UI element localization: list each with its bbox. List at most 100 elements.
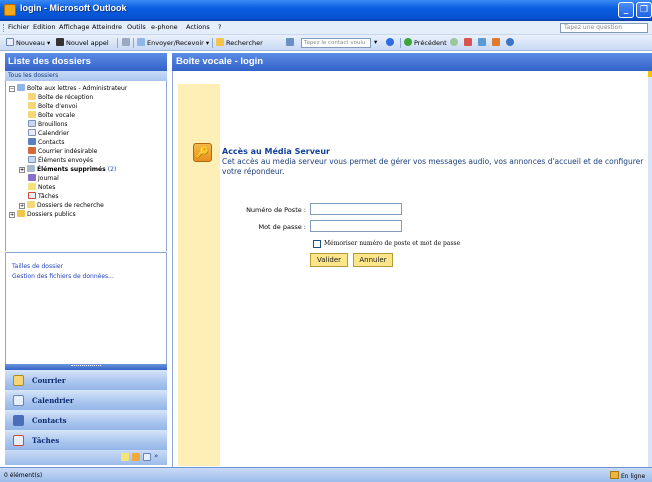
menu-outils[interactable]: Outils (127, 23, 146, 31)
send-receive-button[interactable]: Envoyer/Recevoir ▾ (137, 38, 209, 47)
data-file-management-link[interactable]: Gestion des fichiers de données... (12, 273, 114, 280)
address-book-button[interactable] (286, 38, 296, 47)
sent-items-icon (28, 156, 36, 163)
menu-actions[interactable]: Actions (186, 23, 210, 31)
tree-node-contacts[interactable]: Contacts (28, 138, 64, 147)
refresh-button[interactable] (478, 38, 488, 47)
search-button[interactable]: Rechercher (216, 38, 263, 47)
menu-affichage[interactable]: Affichage (59, 23, 90, 31)
menu-help[interactable]: ? (218, 23, 221, 31)
public-folder-icon (17, 210, 25, 217)
tree-node-mailbox[interactable]: − Boîte aux lettres - Administrateur (9, 84, 127, 93)
tree-node-inbox[interactable]: Boîte de réception (28, 93, 93, 102)
tree-node-public-folders[interactable]: + Dossiers publics (9, 210, 76, 219)
main-pane-title: Boîte vocale - login (172, 53, 652, 71)
print-button[interactable] (122, 38, 132, 47)
tree-label: Boîte aux lettres - Administrateur (27, 85, 128, 92)
submit-button[interactable]: Valider (310, 253, 348, 267)
home-button[interactable] (492, 38, 502, 47)
stop-button[interactable] (464, 38, 474, 47)
minimize-button[interactable]: _ (618, 2, 634, 18)
tree-node-deleted[interactable]: + Éléments supprimés (2) (19, 165, 116, 174)
nav-button-mail[interactable]: Courrier (5, 370, 167, 391)
address-book-icon (286, 38, 294, 46)
forward-button[interactable] (450, 38, 460, 47)
new-call-button[interactable]: Nouvel appel (56, 38, 109, 47)
nav-label: Courrier (32, 376, 66, 385)
outlook-app-icon[interactable] (4, 4, 16, 16)
remember-checkbox[interactable] (313, 240, 321, 248)
expand-toggle[interactable]: + (9, 212, 15, 218)
folder-list-title: Liste des dossiers (5, 53, 167, 71)
folder-tree: − Boîte aux lettres - Administrateur Boît… (5, 81, 167, 251)
folder-list-icon[interactable] (132, 453, 140, 461)
nav-button-tasks[interactable]: Tâches (5, 430, 167, 451)
nav-label: Tâches (32, 436, 60, 445)
all-folders-label[interactable]: Tous les dossiers (5, 71, 167, 81)
tree-node-sent[interactable]: Éléments envoyés (28, 156, 93, 165)
find-contact-dropdown[interactable]: ▾ (374, 38, 377, 46)
collapse-toggle[interactable]: − (9, 86, 15, 92)
help-search-input[interactable]: Tapez une question (560, 23, 648, 33)
help-icon (386, 38, 394, 46)
main-scroll-track[interactable] (648, 71, 652, 467)
contacts-icon (28, 138, 36, 145)
unread-count: (2) (107, 166, 117, 173)
extension-input[interactable] (310, 203, 402, 215)
phone-icon (56, 38, 64, 46)
expand-toggle[interactable]: + (19, 167, 25, 173)
configure-buttons-icon[interactable]: » (154, 452, 162, 460)
nav-label: Calendrier (32, 396, 74, 405)
tree-node-drafts[interactable]: Brouillons (28, 120, 68, 129)
magnifier-icon (506, 38, 514, 46)
find-button[interactable] (506, 38, 516, 47)
tree-node-junk[interactable]: Courrier indésirable (28, 147, 97, 156)
maximize-button[interactable]: ❐ (636, 2, 652, 18)
password-input[interactable] (310, 220, 402, 232)
nav-button-calendar[interactable]: Calendrier (5, 390, 167, 411)
notes-icon[interactable] (121, 453, 129, 461)
tree-node-calendar[interactable]: Calendrier (28, 129, 69, 138)
tree-label: Dossiers publics (27, 211, 76, 218)
nav-button-contacts[interactable]: Contacts (5, 410, 167, 431)
calendar-icon (28, 129, 36, 136)
menu-atteindre[interactable]: Atteindre (92, 23, 122, 31)
previous-button[interactable]: Précédent (404, 38, 447, 47)
new-button[interactable]: Nouveau ▾ (6, 38, 50, 47)
print-icon (122, 38, 130, 46)
tree-node-search-folders[interactable]: + Dossiers de recherche (19, 201, 104, 210)
panel-description: Cet accès au media serveur vous permet d… (222, 157, 644, 176)
send-receive-label: Envoyer/Recevoir (147, 39, 204, 47)
mailbox-icon (17, 84, 25, 91)
shortcuts-icon[interactable] (143, 453, 151, 461)
menu-fichier[interactable]: Fichier (8, 23, 29, 31)
tree-label: Boîte d'envoi (38, 103, 78, 110)
toolbar-separator (212, 38, 213, 48)
menu-ephone[interactable]: e-phone (151, 23, 178, 31)
status-bar: 0 élément(s) En ligne (0, 467, 652, 482)
tree-label: Boîte de réception (38, 94, 94, 101)
connection-status: En ligne (610, 471, 645, 480)
cancel-button[interactable]: Annuler (353, 253, 393, 267)
tree-label: Notes (38, 184, 56, 191)
tasks-icon (13, 435, 24, 446)
tree-node-tasks[interactable]: Tâches (28, 192, 59, 201)
menu-edition[interactable]: Edition (33, 23, 56, 31)
tree-node-notes[interactable]: Notes (28, 183, 55, 192)
tree-node-voicemail[interactable]: Boîte vocale (28, 111, 75, 120)
tree-node-journal[interactable]: Journal (28, 174, 59, 183)
remember-label: Mémoriser numéro de poste et mot de pass… (324, 240, 461, 247)
new-mail-icon (6, 38, 14, 46)
mail-icon (13, 375, 24, 386)
help-button[interactable] (386, 38, 396, 47)
find-contact-input[interactable]: Tapez le contact voulu (301, 38, 371, 48)
tree-node-outbox[interactable]: Boîte d'envoi (28, 102, 77, 111)
folder-sizes-link[interactable]: Tailles de dossier (12, 263, 63, 270)
inbox-icon (28, 93, 36, 100)
menu-grip[interactable] (3, 24, 5, 32)
drafts-icon (28, 120, 36, 127)
tree-label: Dossiers de recherche (37, 202, 104, 209)
tree-label: Courrier indésirable (38, 148, 98, 155)
expand-toggle[interactable]: + (19, 203, 25, 209)
password-label: Mot de passe : (258, 223, 306, 231)
